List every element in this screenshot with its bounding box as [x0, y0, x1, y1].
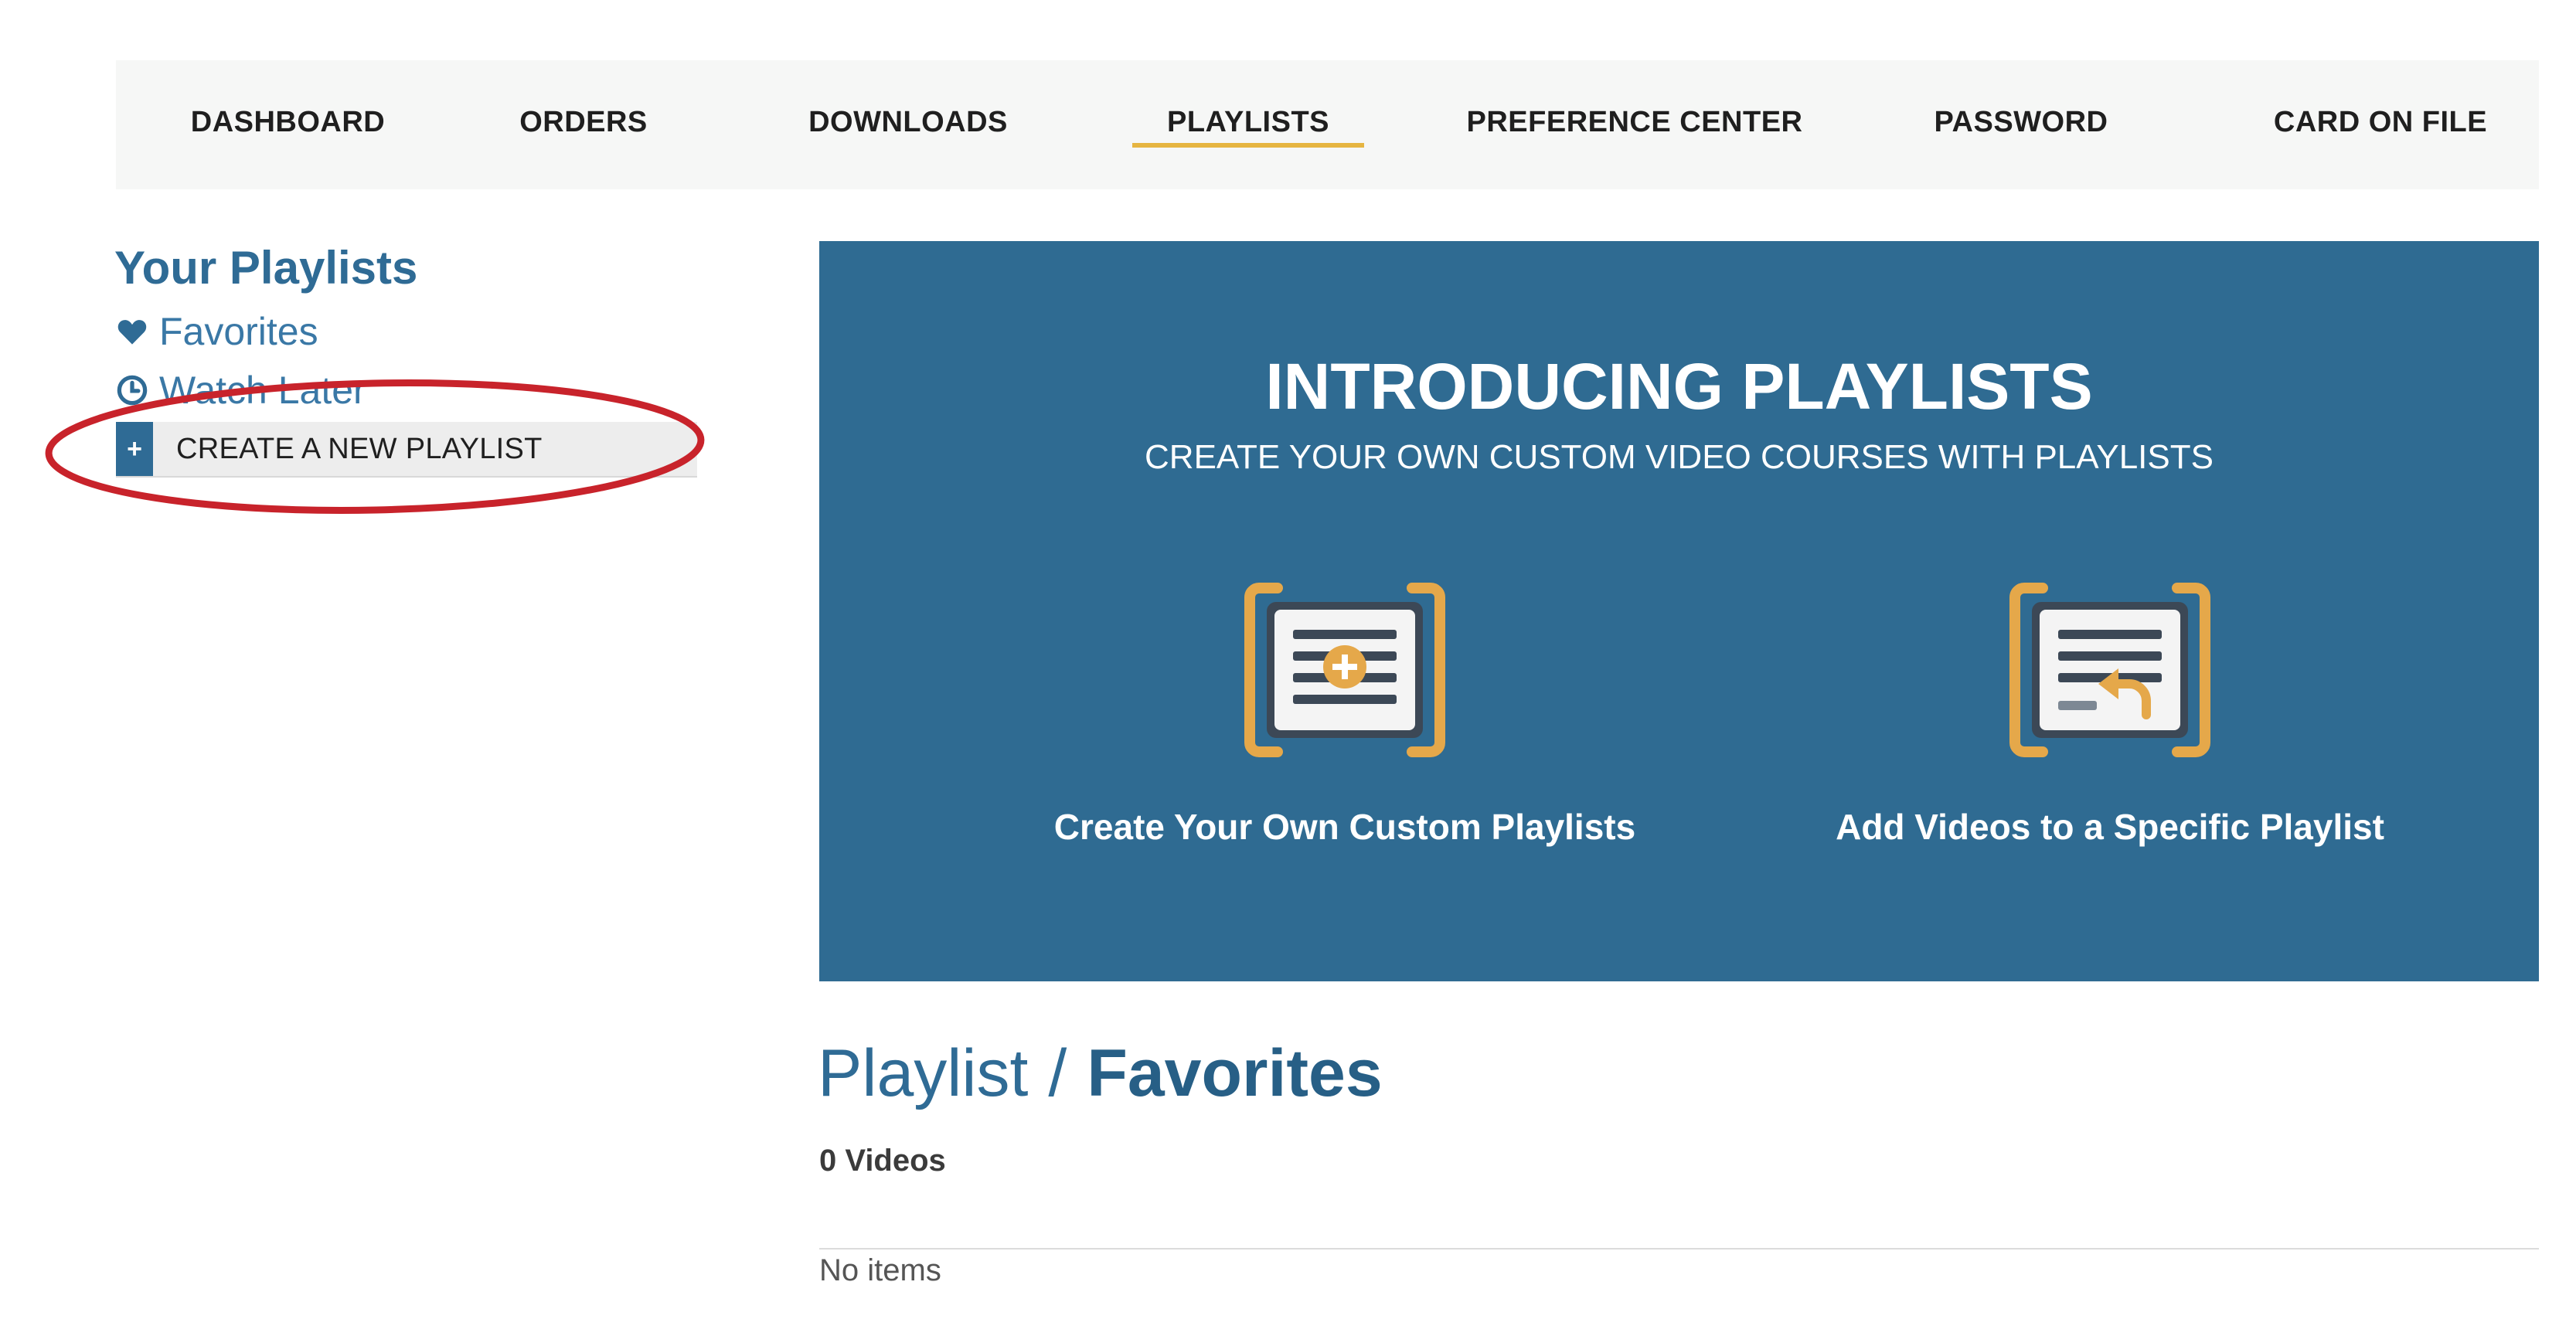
sidebar-title: Your Playlists	[114, 242, 418, 294]
plus-icon: +	[116, 422, 153, 476]
sidebar-link-label: Favorites	[159, 310, 318, 353]
banner-subtitle: CREATE YOUR OWN CUSTOM VIDEO COURSES WIT…	[1145, 438, 2214, 476]
feature-add-videos: Add Videos to a Specific Playlist	[1724, 577, 2496, 848]
nav-tab-playlists[interactable]: PLAYLISTS	[1132, 60, 1364, 189]
playlist-heading-prefix: Playlist	[818, 1036, 1029, 1110]
feature-label: Add Videos to a Specific Playlist	[1836, 807, 2384, 847]
playlist-insert-icon	[2009, 583, 2210, 757]
nav-tab-password[interactable]: PASSWORD	[1924, 60, 2118, 189]
heart-icon	[116, 315, 148, 348]
playlist-empty-message: No items	[819, 1253, 941, 1287]
create-new-playlist-button[interactable]: + CREATE A NEW PLAYLIST	[116, 422, 697, 478]
sidebar-link-watch-later[interactable]: Watch Later	[116, 368, 366, 413]
create-new-playlist-label: CREATE A NEW PLAYLIST	[176, 432, 543, 465]
account-nav-bar: DASHBOARD ORDERS DOWNLOADS PLAYLISTS PRE…	[116, 60, 2539, 189]
sidebar-link-favorites[interactable]: Favorites	[116, 309, 318, 354]
nav-tab-orders[interactable]: ORDERS	[506, 60, 661, 189]
playlist-heading-name: Favorites	[1087, 1036, 1383, 1110]
nav-tab-preference-center[interactable]: PREFERENCE CENTER	[1461, 60, 1809, 189]
playlist-heading: Playlist / Favorites	[818, 1035, 1383, 1112]
playlist-video-count: 0 Videos	[819, 1144, 946, 1178]
nav-tab-dashboard[interactable]: DASHBOARD	[185, 60, 390, 189]
sidebar-link-label: Watch Later	[159, 369, 366, 412]
playlist-add-icon	[1244, 583, 1445, 757]
banner-title: INTRODUCING PLAYLISTS	[1265, 350, 2093, 423]
feature-create-playlists: Create Your Own Custom Playlists	[958, 577, 1731, 848]
nav-tab-card-on-file[interactable]: CARD ON FILE	[2249, 60, 2512, 189]
feature-label: Create Your Own Custom Playlists	[1053, 807, 1636, 847]
playlist-divider	[819, 1248, 2539, 1250]
clock-icon	[116, 374, 148, 406]
playlists-intro-banner: INTRODUCING PLAYLISTS CREATE YOUR OWN CU…	[819, 241, 2539, 981]
nav-tab-downloads[interactable]: DOWNLOADS	[796, 60, 1020, 189]
playlist-heading-separator: /	[1048, 1036, 1067, 1110]
